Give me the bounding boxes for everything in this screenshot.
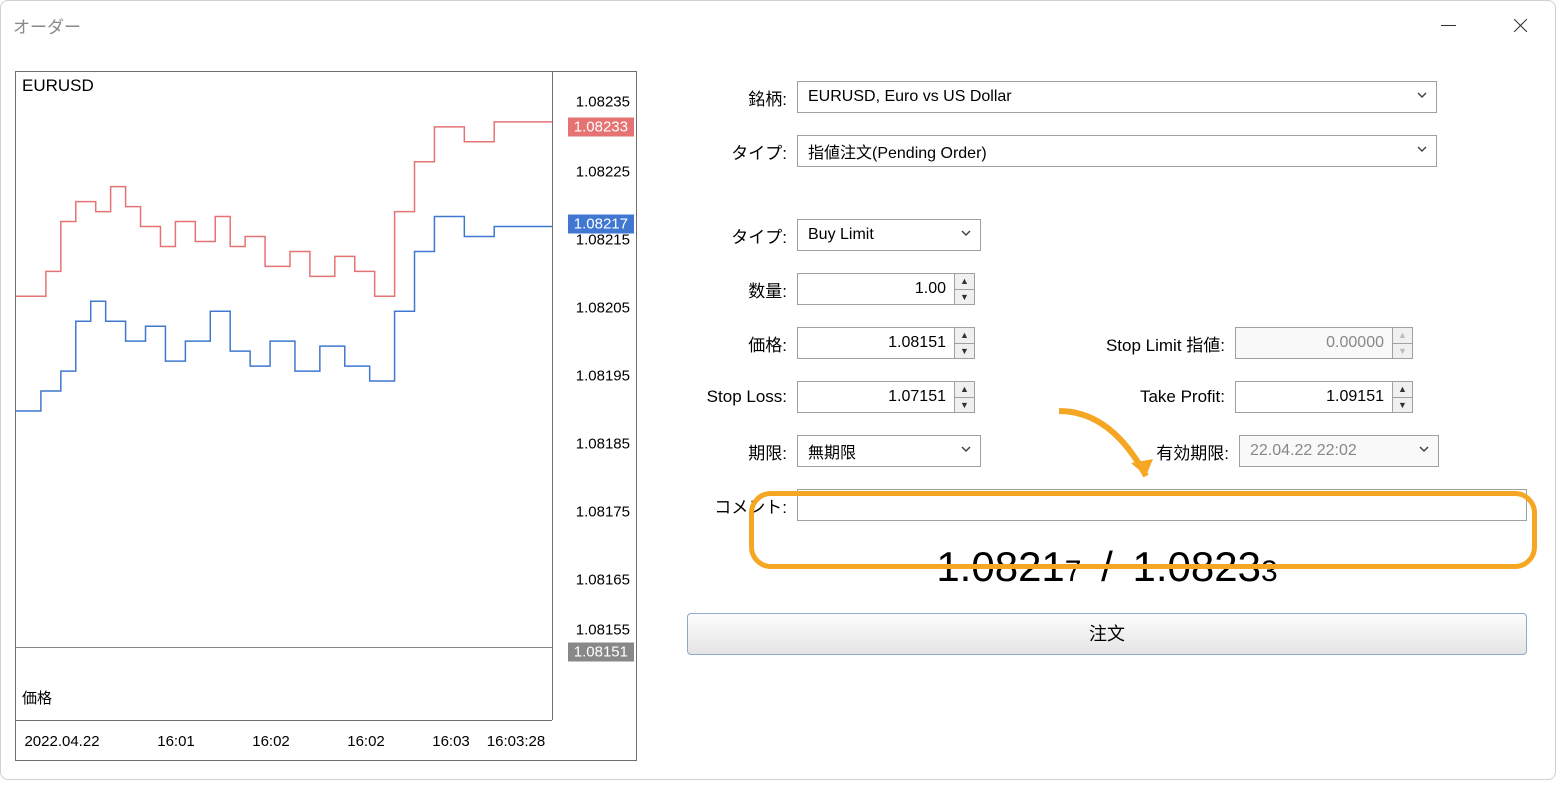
volume-input[interactable]: 1.00 xyxy=(797,273,955,305)
ordertype-label: タイプ: xyxy=(687,139,797,164)
place-order-button[interactable]: 注文 xyxy=(687,613,1527,655)
price-stepper[interactable]: ▲▼ xyxy=(955,327,975,359)
volume-stepper[interactable]: ▲▼ xyxy=(955,273,975,305)
quote-display: 1.08217 / 1.08233 xyxy=(687,543,1527,591)
minimize-button[interactable] xyxy=(1425,9,1471,41)
chevron-down-icon xyxy=(960,442,972,460)
order-window: オーダー EURUSD 価格 1.08235 1.08233 xyxy=(0,0,1556,780)
price-input[interactable]: 1.08151 xyxy=(797,327,955,359)
comment-input[interactable] xyxy=(797,489,1527,521)
price-label: 価格: xyxy=(687,331,797,356)
expiry-select[interactable]: 無期限 xyxy=(797,435,981,467)
window-title: オーダー xyxy=(13,13,81,38)
chevron-down-icon xyxy=(1416,142,1428,160)
chart-y-axis: 1.08235 1.08233 1.08225 1.08217 1.08215 … xyxy=(552,72,636,720)
titlebar: オーダー xyxy=(1,1,1555,49)
tp-label: Take Profit: xyxy=(1065,387,1235,407)
price-chart: EURUSD 価格 1.08235 1.08233 1.08225 1.0821… xyxy=(15,71,637,761)
chevron-down-icon xyxy=(1416,88,1428,106)
pending-price-badge: 1.08151 xyxy=(568,643,634,662)
chart-x-axis: 2022.04.22 16:01 16:02 16:02 16:03 16:03… xyxy=(16,720,552,760)
tp-input[interactable]: 1.09151 xyxy=(1235,381,1393,413)
stoplimit-stepper: ▲▼ xyxy=(1393,327,1413,359)
sl-stepper[interactable]: ▲▼ xyxy=(955,381,975,413)
comment-label: コメント: xyxy=(687,493,797,518)
symbol-label: 銘柄: xyxy=(687,85,797,110)
sl-input[interactable]: 1.07151 xyxy=(797,381,955,413)
sl-label: Stop Loss: xyxy=(687,387,797,407)
expiry-label: 期限: xyxy=(687,439,797,464)
chevron-down-icon xyxy=(960,226,972,244)
ordertype-select[interactable]: 指値注文(Pending Order) xyxy=(797,135,1437,167)
close-button[interactable] xyxy=(1497,9,1543,41)
symbol-select[interactable]: EURUSD, Euro vs US Dollar xyxy=(797,81,1437,113)
tp-stepper[interactable]: ▲▼ xyxy=(1393,381,1413,413)
expiry2-select: 22.04.22 22:02 xyxy=(1239,435,1439,467)
chart-plot-area xyxy=(16,72,552,720)
expiry2-label: 有効期限: xyxy=(1069,439,1239,464)
chevron-down-icon xyxy=(1418,442,1430,460)
subtype-select[interactable]: Buy Limit xyxy=(797,219,981,251)
volume-label: 数量: xyxy=(687,277,797,302)
subtype-label: タイプ: xyxy=(687,223,797,248)
pending-price-line xyxy=(16,647,552,648)
stoplimit-input: 0.00000 xyxy=(1235,327,1393,359)
stoplimit-label: Stop Limit 指値: xyxy=(1065,331,1235,356)
ask-price-badge: 1.08233 xyxy=(568,118,634,137)
order-form: 銘柄: EURUSD, Euro vs US Dollar タイプ: 指値注文(… xyxy=(687,71,1527,761)
